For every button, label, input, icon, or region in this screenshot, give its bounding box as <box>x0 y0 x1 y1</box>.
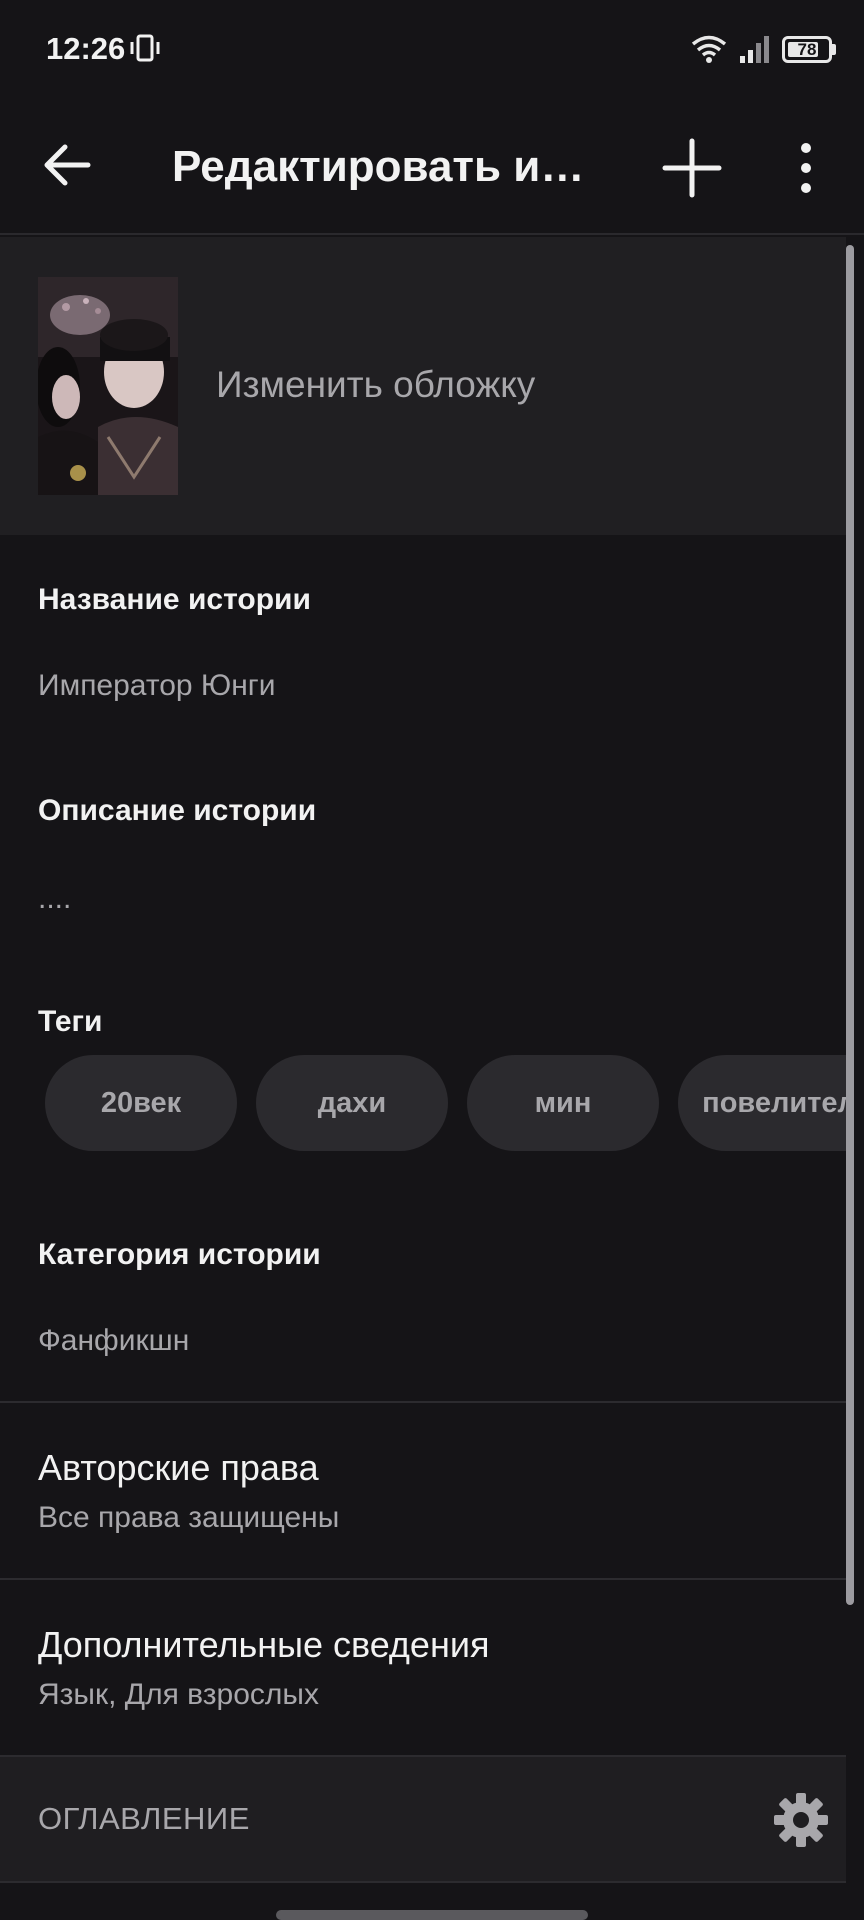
tags-row: 20век дахи мин повелитель <box>0 1055 846 1151</box>
copyright-subtitle: Все права защищены <box>38 1501 340 1534</box>
story-title-label: Название истории <box>38 583 311 616</box>
story-title-field[interactable]: Император Юнги <box>38 669 276 703</box>
toc-label: ОГЛАВЛЕНИЕ <box>38 1801 250 1836</box>
more-vertical-icon[interactable] <box>784 138 828 198</box>
edit-story-screen: 12:26 78 Редактировать ист Изменить обло… <box>0 0 864 1920</box>
copyright-title: Авторские права <box>38 1447 319 1488</box>
cover-image[interactable] <box>38 277 178 495</box>
category-field[interactable]: Фанфикшн <box>38 1324 189 1358</box>
home-indicator[interactable] <box>276 1910 588 1920</box>
divider <box>0 1881 846 1883</box>
additional-info-row[interactable]: Дополнительные сведения Язык, Для взросл… <box>0 1580 846 1756</box>
additional-info-title: Дополнительные сведения <box>38 1624 490 1665</box>
additional-info-subtitle: Язык, Для взрослых <box>38 1678 319 1711</box>
copyright-row[interactable]: Авторские права Все права защищены <box>0 1403 846 1579</box>
battery-cap <box>832 44 836 55</box>
tag-chip[interactable]: дахи <box>256 1055 448 1151</box>
page-title: Редактировать историю <box>172 142 602 191</box>
status-bar: 12:26 78 <box>0 0 864 100</box>
vibrate-icon <box>130 34 160 62</box>
gear-icon[interactable] <box>772 1791 830 1849</box>
tags-label: Теги <box>38 1005 103 1038</box>
plus-icon[interactable] <box>660 136 724 200</box>
back-arrow-icon[interactable] <box>38 135 98 195</box>
change-cover-row[interactable]: Изменить обложку <box>0 237 846 535</box>
battery-icon: 78 <box>782 36 836 63</box>
status-time: 12:26 <box>46 31 126 66</box>
table-of-contents-header: ОГЛАВЛЕНИЕ <box>0 1757 846 1881</box>
change-cover-label: Изменить обложку <box>216 364 536 405</box>
tag-chip[interactable]: 20век <box>45 1055 237 1151</box>
story-description-field[interactable]: .... <box>38 882 71 916</box>
story-description-label: Описание истории <box>38 794 317 827</box>
tag-chip[interactable]: повелитель <box>678 1055 846 1151</box>
signal-icon <box>740 36 769 63</box>
battery-percent: 78 <box>797 40 817 59</box>
app-bar: Редактировать историю <box>0 100 864 235</box>
wifi-icon <box>691 35 727 63</box>
tag-chip[interactable]: мин <box>467 1055 659 1151</box>
scrollbar[interactable] <box>846 245 854 1605</box>
category-label: Категория истории <box>38 1238 321 1271</box>
